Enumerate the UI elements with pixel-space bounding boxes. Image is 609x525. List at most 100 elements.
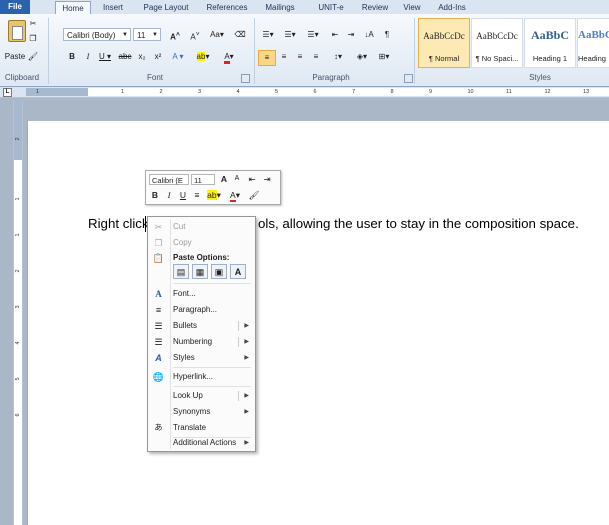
menu-item-paragraph[interactable]: ≡ Paragraph... <box>148 302 255 318</box>
shading-button[interactable]: ◈▾ <box>352 50 372 64</box>
horizontal-ruler[interactable]: L 11234567891011121314 <box>0 87 609 98</box>
mini-decrease-indent-button[interactable]: ⇤ <box>245 173 259 185</box>
clear-formatting-icon[interactable]: ⌫ <box>232 28 248 42</box>
change-case-button[interactable]: Aa▾ <box>206 28 228 42</box>
mini-bold-button[interactable]: B <box>149 189 161 201</box>
document-text-after[interactable]: ols, allowing the user to stay in the co… <box>258 216 579 231</box>
decrease-indent-button[interactable]: ⇤ <box>328 28 342 42</box>
style-normal[interactable]: AaBbCcDc ¶ Normal <box>418 18 470 68</box>
highlight-color-button[interactable]: ab▾ <box>192 50 214 64</box>
style-heading-1[interactable]: AaBbC Heading 1 <box>524 18 576 68</box>
align-right-button[interactable]: ≡ <box>293 50 307 64</box>
document-page[interactable] <box>27 121 609 525</box>
numbering-button[interactable]: ☰▾ <box>280 28 300 42</box>
menu-separator <box>173 386 251 387</box>
superscript-button[interactable]: x² <box>152 50 164 64</box>
style-heading-2[interactable]: AaBbC Heading <box>577 18 609 68</box>
text-effects-button[interactable]: A ▾ <box>168 50 188 64</box>
tab-file[interactable]: File <box>0 0 30 14</box>
cut-icon[interactable]: ✂ <box>26 17 40 31</box>
scissors-icon: ✂ <box>154 222 163 232</box>
bold-button[interactable]: B <box>66 50 78 64</box>
tab-unit-e[interactable]: UNIT-e <box>312 1 350 14</box>
paste-picture-icon[interactable]: ▣ <box>211 264 227 279</box>
ruler-number: 12 <box>544 89 551 95</box>
paragraph-group-label: Paragraph <box>312 73 350 82</box>
tab-add-ins[interactable]: Add-Ins <box>433 1 471 14</box>
subscript-button[interactable]: x₂ <box>136 50 148 64</box>
mini-italic-button[interactable]: I <box>163 189 175 201</box>
menu-item-numbering[interactable]: ☰ Numbering ▶ <box>148 334 255 350</box>
justify-button[interactable]: ≡ <box>309 50 323 64</box>
tab-review[interactable]: Review <box>358 1 392 14</box>
italic-button[interactable]: I <box>82 50 94 64</box>
tab-mailings[interactable]: Mailings <box>258 1 302 14</box>
submenu-divider <box>238 337 239 347</box>
format-painter-icon[interactable]: 🖌 <box>26 50 40 64</box>
mini-grow-font-button[interactable]: A <box>218 173 230 185</box>
chevron-right-icon: ▶ <box>244 440 249 446</box>
increase-indent-button[interactable]: ⇥ <box>344 28 358 42</box>
font-size-value: 11 <box>137 31 146 40</box>
mini-shrink-font-button[interactable]: A <box>231 173 243 185</box>
menu-item-cut[interactable]: ✂ Cut <box>148 219 255 235</box>
tab-page-layout[interactable]: Page Layout <box>138 1 194 14</box>
align-left-button[interactable]: ≡ <box>258 50 276 66</box>
style-no-spacing[interactable]: AaBbCcDc ¶ No Spaci... <box>471 18 523 68</box>
paste-keep-source-formatting-icon[interactable]: ▤ <box>173 264 189 279</box>
menu-item-additional-actions[interactable]: Additional Actions ▶ <box>148 435 255 451</box>
tab-insert[interactable]: Insert <box>95 1 131 14</box>
menu-item-copy[interactable]: ❐ Copy <box>148 235 255 251</box>
mini-font-size-combo[interactable]: 11 <box>191 174 215 185</box>
tab-home[interactable]: Home <box>55 1 91 15</box>
font-name-combo[interactable]: Calibri (Body) ▼ <box>63 28 131 41</box>
menu-item-look-up[interactable]: Look Up ▶ <box>148 388 255 404</box>
line-spacing-button[interactable]: ↕▾ <box>328 50 348 64</box>
tab-view[interactable]: View <box>400 1 424 14</box>
ruler-number: 11 <box>506 89 512 95</box>
paste-icon[interactable] <box>8 20 26 42</box>
mini-increase-indent-button[interactable]: ⇥ <box>260 173 274 185</box>
menu-item-font[interactable]: A Font... <box>148 286 255 302</box>
copy-icon[interactable]: ❐ <box>26 32 40 46</box>
font-size-combo[interactable]: 11 ▼ <box>133 28 161 41</box>
tab-selector[interactable]: L <box>3 88 12 97</box>
tab-references[interactable]: References <box>200 1 254 14</box>
style-name: ¶ No Spaci... <box>475 54 519 63</box>
mini-highlight-button[interactable]: ab▾ <box>205 189 223 201</box>
font-color-button[interactable]: A▾ <box>218 50 240 64</box>
font-name-value: Calibri (Body) <box>67 31 116 40</box>
menu-item-bullets[interactable]: ☰ Bullets ▶ <box>148 318 255 334</box>
paste-keep-text-only-icon[interactable]: A <box>230 264 246 279</box>
menu-item-hyperlink[interactable]: 🌐 Hyperlink... <box>148 369 255 385</box>
align-center-button[interactable]: ≡ <box>277 50 291 64</box>
menu-item-synonyms[interactable]: Synonyms ▶ <box>148 404 255 420</box>
mini-font-name-combo[interactable]: Calibri (E <box>149 174 189 185</box>
multilevel-list-button[interactable]: ☰▾ <box>302 28 324 42</box>
mini-font-color-button[interactable]: A▾ <box>226 189 244 202</box>
grow-font-button[interactable]: A˄ <box>165 28 185 42</box>
bullets-button[interactable]: ☰▾ <box>258 28 278 42</box>
chevron-right-icon: ▶ <box>244 339 249 345</box>
show-formatting-marks-button[interactable]: ¶ <box>380 28 394 42</box>
shrink-font-button[interactable]: A˅ <box>186 28 204 42</box>
submenu-divider <box>238 321 239 331</box>
mini-format-painter-icon[interactable]: 🖌 <box>247 189 261 201</box>
menu-item-label: Paragraph... <box>173 305 218 314</box>
paste-merge-formatting-icon[interactable]: ▦ <box>192 264 208 279</box>
menu-separator <box>173 367 251 368</box>
paragraph-dialog-launcher-icon[interactable] <box>404 74 413 83</box>
vertical-ruler[interactable]: 2 1 1 2 3 4 5 6 <box>13 100 23 525</box>
underline-button[interactable]: U ▾ <box>97 50 113 64</box>
strikethrough-button[interactable]: abc <box>116 50 134 64</box>
borders-button[interactable]: ⊞▾ <box>374 50 394 64</box>
menu-item-styles[interactable]: A Styles ▶ <box>148 350 255 366</box>
font-dialog-launcher-icon[interactable] <box>241 74 250 83</box>
vertical-ruler-top-margin <box>14 100 22 160</box>
mini-center-button[interactable]: ≡ <box>191 189 203 201</box>
mini-underline-button[interactable]: U <box>177 189 189 201</box>
document-text-before[interactable]: Right click <box>88 216 149 231</box>
sort-button[interactable]: ↓A <box>362 28 376 42</box>
style-name: ¶ Normal <box>428 54 460 63</box>
menu-item-translate[interactable]: あ Translate <box>148 420 255 436</box>
